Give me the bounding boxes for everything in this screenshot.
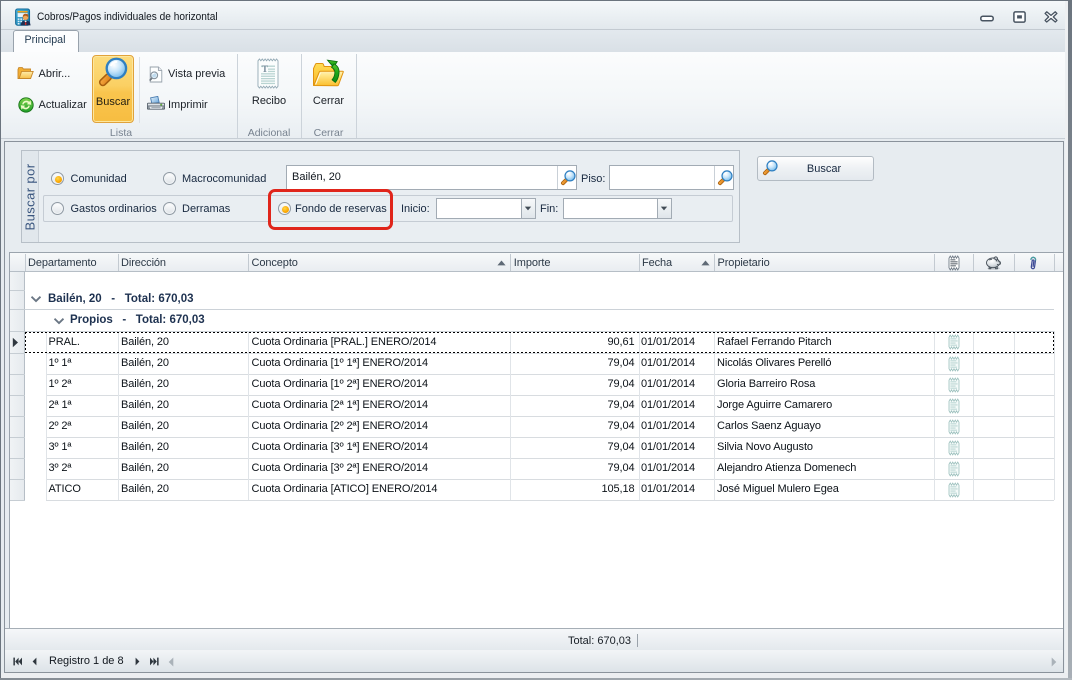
svg-text:T: T — [262, 65, 269, 75]
